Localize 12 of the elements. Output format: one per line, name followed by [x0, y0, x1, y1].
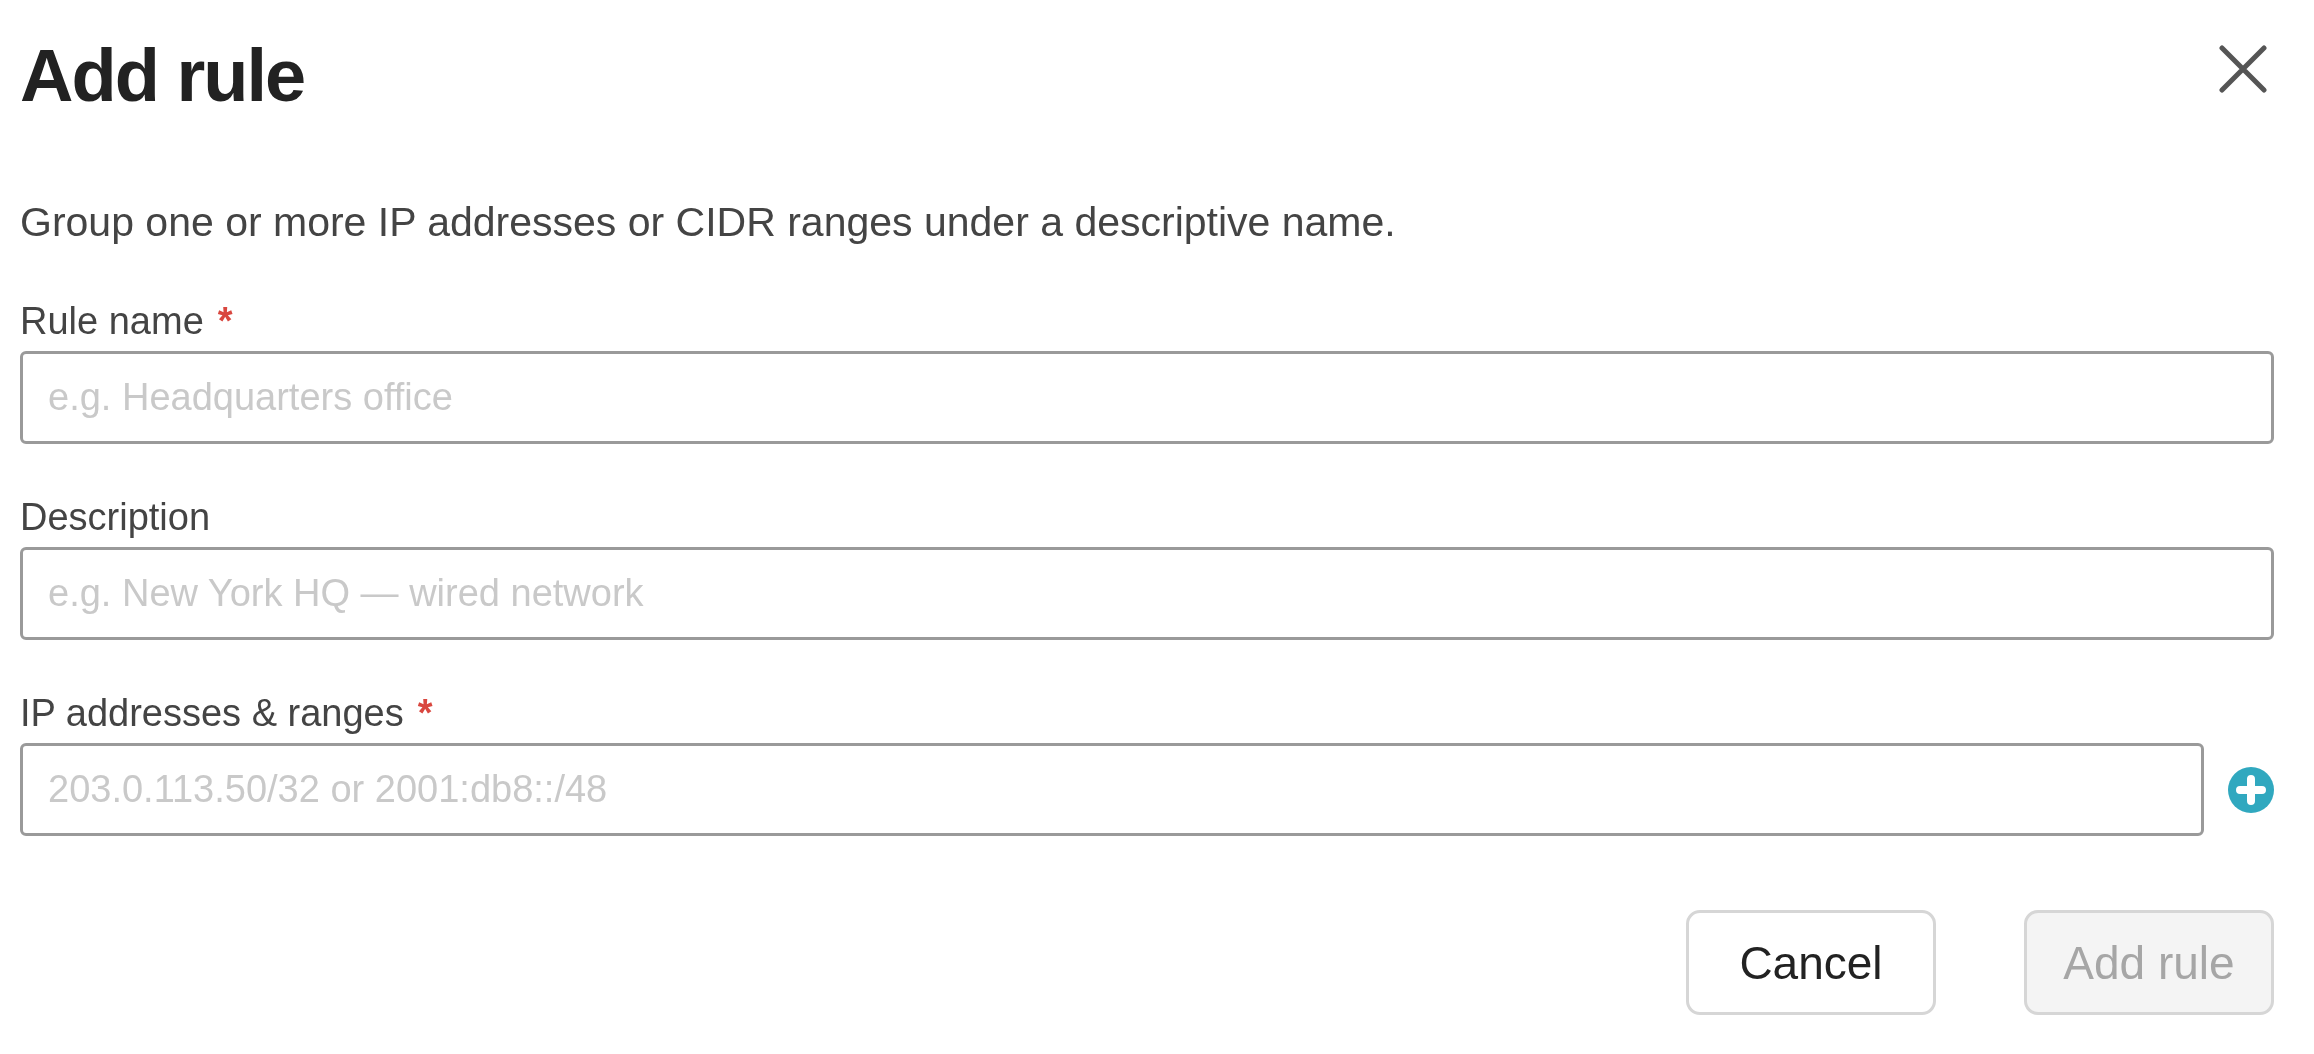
action-button[interactable]: Cancel — [1686, 910, 1936, 1015]
field-label: Rule name — [20, 299, 204, 344]
dialog-description: Group one or more IP addresses or CIDR ranges under a descriptive name. — [20, 198, 1397, 247]
field-label: Description — [20, 495, 211, 540]
field-label: IP addresses & ranges — [20, 691, 404, 736]
required-mark: * — [217, 299, 233, 344]
dialog-title: Add rule — [20, 34, 305, 118]
add-button[interactable] — [2228, 766, 2274, 813]
close-button[interactable] — [2219, 45, 2267, 93]
required-mark: * — [417, 691, 433, 736]
plus-circle-icon — [2228, 766, 2274, 813]
close-icon — [2219, 45, 2267, 93]
